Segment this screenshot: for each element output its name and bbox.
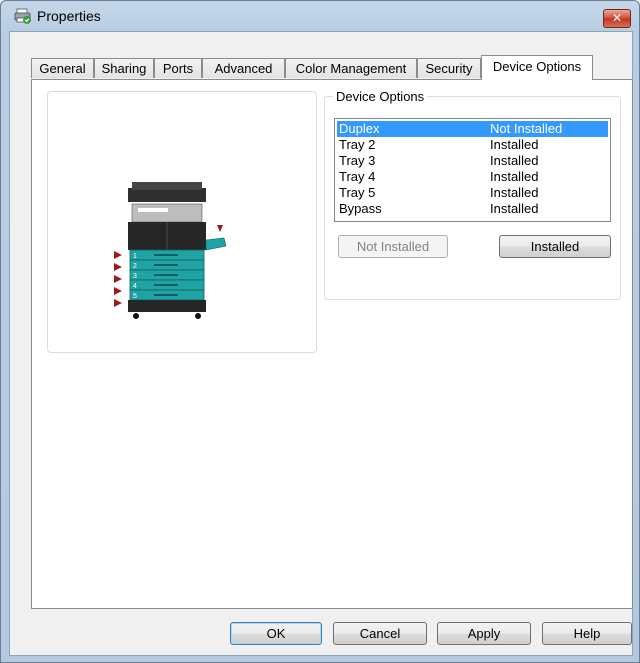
device-options-group: Device Options Duplex Not Installed Tray… xyxy=(324,89,621,300)
tab-advanced[interactable]: Advanced xyxy=(202,58,285,78)
printer-illustration: 1 2 3 4 5 xyxy=(114,182,227,319)
device-options-list[interactable]: Duplex Not Installed Tray 2 Installed Tr… xyxy=(334,118,611,222)
title-bar[interactable]: Properties ✕ xyxy=(1,1,639,31)
list-item[interactable]: Tray 5 Installed xyxy=(337,185,608,201)
tab-device-options[interactable]: Device Options xyxy=(481,55,593,80)
printer-icon xyxy=(14,8,31,24)
printer-image-box: 1 2 3 4 5 xyxy=(47,91,317,353)
tray-label-4: 4 xyxy=(133,283,137,290)
help-button[interactable]: Help xyxy=(542,622,632,645)
list-item[interactable]: Bypass Installed xyxy=(337,201,608,217)
close-icon: ✕ xyxy=(611,11,623,25)
close-button[interactable]: ✕ xyxy=(603,9,631,28)
tray-label-2: 2 xyxy=(133,263,137,270)
paper-trays xyxy=(129,249,205,301)
group-label: Device Options xyxy=(333,89,428,104)
not-installed-button[interactable]: Not Installed xyxy=(338,235,448,258)
tab-ports[interactable]: Ports xyxy=(154,58,202,78)
tray-arrow-icons xyxy=(114,251,122,307)
properties-window: Properties ✕ General Sharing Ports Advan… xyxy=(0,0,640,663)
ok-button[interactable]: OK xyxy=(230,622,322,645)
list-item[interactable]: Tray 3 Installed xyxy=(337,153,608,169)
bypass-arrow-icon xyxy=(217,225,223,232)
list-item[interactable]: Duplex Not Installed xyxy=(337,121,608,137)
tray-label-1: 1 xyxy=(133,253,137,260)
apply-button[interactable]: Apply xyxy=(437,622,531,645)
tab-sharing[interactable]: Sharing xyxy=(94,58,154,78)
list-item[interactable]: Tray 4 Installed xyxy=(337,169,608,185)
tab-security[interactable]: Security xyxy=(417,58,481,78)
tray-label-5: 5 xyxy=(133,293,137,300)
tab-color-management[interactable]: Color Management xyxy=(285,58,417,78)
tray-label-3: 3 xyxy=(133,273,137,280)
window-title: Properties xyxy=(37,8,101,24)
list-item[interactable]: Tray 2 Installed xyxy=(337,137,608,153)
device-options-panel: 1 2 3 4 5 Device Options Duplex Not Inst… xyxy=(31,79,633,609)
cancel-button[interactable]: Cancel xyxy=(333,622,427,645)
tab-general[interactable]: General xyxy=(31,58,94,78)
installed-button[interactable]: Installed xyxy=(499,235,611,258)
